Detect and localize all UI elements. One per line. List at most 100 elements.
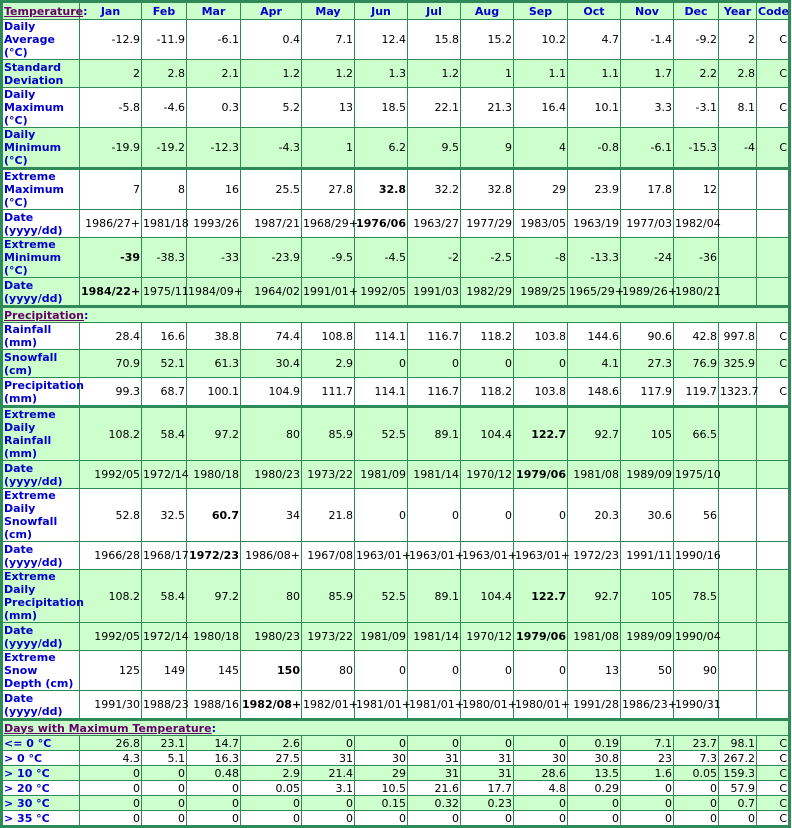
cell-value: 58.4 xyxy=(141,405,187,461)
cell-value: 148.6 xyxy=(567,377,621,407)
cell-value: 23.9 xyxy=(567,167,621,210)
cell-value: 0 xyxy=(513,795,568,811)
row-label: Extreme Maximum (°C) xyxy=(1,167,80,210)
cell-value: 16 xyxy=(186,167,241,210)
cell-value: 29 xyxy=(513,167,568,210)
row-label: Standard Deviation xyxy=(1,59,80,88)
row-label: > 10 °C xyxy=(1,765,80,781)
cell-value: 1981/08 xyxy=(567,460,621,489)
cell-value: 74.4 xyxy=(240,322,302,350)
cell-value: 0 xyxy=(141,810,187,827)
cell-value: 108.2 xyxy=(79,569,142,623)
cell-value: 0 xyxy=(407,810,461,827)
record-value: -39 xyxy=(120,251,140,264)
cell-value: 99.3 xyxy=(79,377,142,407)
cell-year xyxy=(718,541,757,570)
cell-value: 1976/06 xyxy=(354,209,408,238)
cell-value: 0 xyxy=(407,349,461,378)
cell-value: -12.9 xyxy=(79,19,142,60)
cell-code: C xyxy=(756,765,790,781)
table-row: Extreme Snow Depth (cm) 125 149 145 150 80 0 0 0… xyxy=(1,650,790,691)
cell-value: 3.1 xyxy=(301,780,355,796)
cell-value: 29 xyxy=(354,765,408,781)
cell-value: 4.7 xyxy=(567,19,621,60)
cell-value: 21.3 xyxy=(460,87,514,128)
cell-value: 0 xyxy=(620,780,674,796)
row-label: Date (yyyy/dd) xyxy=(1,690,80,720)
cell-value: 0 xyxy=(407,488,461,542)
row-label: > 20 °C xyxy=(1,780,80,796)
table-row: Date (yyyy/dd) 1992/05 1972/14 1980/18 1980/… xyxy=(1,460,790,489)
cell-code: C xyxy=(756,377,790,407)
table-row: Extreme Daily Rainfall (mm) 108.2 58.4 97.2… xyxy=(1,405,790,461)
cell-value: 89.1 xyxy=(407,569,461,623)
cell-value: 97.2 xyxy=(186,405,241,461)
cell-year: 325.9 xyxy=(718,349,757,378)
cell-code: C xyxy=(756,810,790,827)
cell-value: 0 xyxy=(513,349,568,378)
header-month: May xyxy=(301,1,355,20)
cell-value: 1986/27+ xyxy=(79,209,142,238)
cell-code xyxy=(756,541,790,570)
header-month: Nov xyxy=(620,1,674,20)
section-title: Days with Maximum Temperature: xyxy=(1,718,790,736)
cell-value: 78.5 xyxy=(673,569,719,623)
cell-value: 1992/05 xyxy=(79,622,142,651)
cell-value: 21.4 xyxy=(301,765,355,781)
header-month: Oct xyxy=(567,1,621,20)
cell-value: 111.7 xyxy=(301,377,355,407)
cell-value: 10.2 xyxy=(513,19,568,60)
row-label: Date (yyyy/dd) xyxy=(1,209,80,238)
cell-value: 122.7 xyxy=(513,569,568,623)
precipitation-section-link[interactable]: Precipitation xyxy=(4,309,84,322)
cell-year: 2.8 xyxy=(718,59,757,88)
header-row: Temperature: Jan Feb Mar Apr May Jun Jul… xyxy=(1,1,790,20)
cell-value: 1973/22 xyxy=(301,460,355,489)
cell-value: 0 xyxy=(460,735,514,751)
row-label: Rainfall (mm) xyxy=(1,322,80,350)
cell-value: 1.6 xyxy=(620,765,674,781)
cell-year: 2 xyxy=(718,19,757,60)
cell-value: 1.3 xyxy=(354,59,408,88)
cell-value: 10.1 xyxy=(567,87,621,128)
cell-value: 92.7 xyxy=(567,405,621,461)
cell-value: 15.2 xyxy=(460,19,514,60)
cell-value: 61.3 xyxy=(186,349,241,378)
cell-value: 97.2 xyxy=(186,569,241,623)
cell-value: 26.8 xyxy=(79,735,142,751)
cell-value: 1967/08 xyxy=(301,541,355,570)
cell-code xyxy=(756,690,790,720)
cell-value: 31 xyxy=(407,750,461,766)
cell-value: 1991/01+ xyxy=(301,277,358,307)
cell-value: 114.1 xyxy=(354,377,408,407)
table-body: Daily Average (°C) -12.9 -11.9 -6.1 0.4 7.1 12… xyxy=(1,19,790,827)
cell-value: 7.3 xyxy=(673,750,719,766)
table-row: > 20 °C 0 0 0 0.05 3.1 10.5 21.6 17.7 4.8 0.29 0 0 57… xyxy=(1,780,790,796)
cell-value: 1973/22 xyxy=(301,622,355,651)
table-row: Daily Average (°C) -12.9 -11.9 -6.1 0.4 7.1 12… xyxy=(1,19,790,60)
cell-value: 1963/19 xyxy=(567,209,621,238)
days-max-temp-section-link[interactable]: Days with Maximum Temperature xyxy=(4,722,212,735)
cell-value: 0.05 xyxy=(673,765,719,781)
cell-value: 1.2 xyxy=(240,59,302,88)
cell-year xyxy=(718,460,757,489)
row-label: Extreme Daily Rainfall (mm) xyxy=(1,405,80,461)
header-temperature: Temperature: xyxy=(1,1,88,20)
cell-value: 1979/06 xyxy=(513,460,568,489)
cell-value: 85.9 xyxy=(301,405,355,461)
cell-value: 60.7 xyxy=(186,488,241,542)
cell-value: 0 xyxy=(354,650,408,691)
cell-value: 0 xyxy=(79,765,142,781)
cell-value: 30 xyxy=(354,750,408,766)
cell-value: 114.1 xyxy=(354,322,408,350)
header-code: Code xyxy=(756,1,790,20)
cell-value: 0 xyxy=(407,735,461,751)
cell-value: 1963/01+ xyxy=(407,541,464,570)
cell-value: 144.6 xyxy=(567,322,621,350)
row-label: Daily Maximum (°C) xyxy=(1,87,80,128)
cell-value: 1968/17 xyxy=(141,541,189,570)
cell-value: 5.1 xyxy=(141,750,187,766)
table-row: Rainfall (mm) 28.4 16.6 38.8 74.4 108.8 114.1 1… xyxy=(1,322,790,350)
section-row-precipitation: Precipitation: xyxy=(1,305,790,323)
temperature-section-link[interactable]: Temperature xyxy=(4,5,83,18)
